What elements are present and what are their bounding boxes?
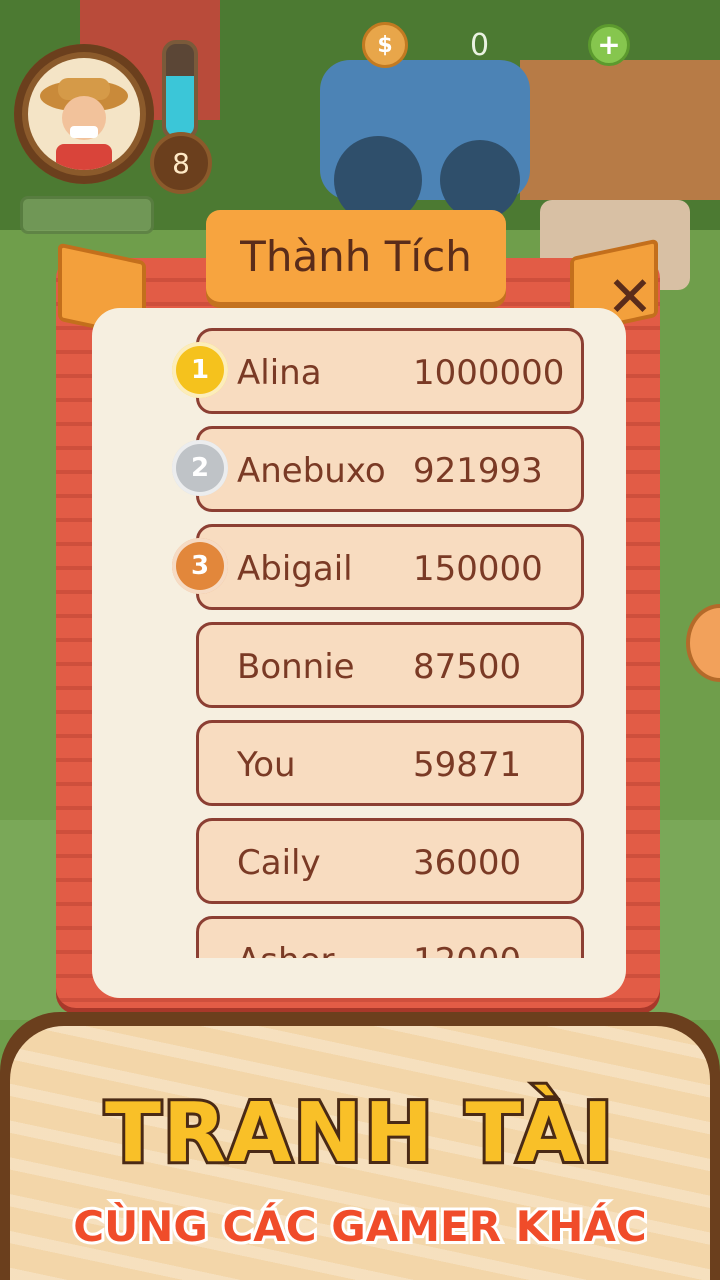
panel-title: Thành Tích: [240, 231, 472, 281]
player-score: 36000: [413, 843, 522, 883]
player-score: 87500: [413, 647, 522, 687]
panel-title-banner: Thành Tích: [206, 210, 506, 302]
bronze-medal-icon: 3: [172, 538, 228, 594]
coin-count: 0: [470, 28, 490, 63]
leaderboard-row: Asher 12000: [196, 916, 584, 958]
player-name: You: [237, 745, 296, 785]
player-name: Bonnie: [237, 647, 355, 687]
player-name: Abigail: [237, 549, 353, 589]
player-nameplate: [20, 196, 154, 234]
leaderboard-row: Caily 36000: [196, 818, 584, 904]
promo-headline: TRANH TÀI: [102, 1083, 616, 1184]
player-score: 150000: [413, 549, 543, 589]
level-badge: 8: [150, 132, 212, 194]
coin-icon: $: [362, 22, 408, 68]
close-button[interactable]: ✕: [600, 265, 660, 330]
farmer-avatar[interactable]: [28, 58, 140, 170]
leaderboard-row: Anebuxo 921993: [196, 426, 584, 512]
leaderboard-row: Abigail 150000: [196, 524, 584, 610]
player-name: Caily: [237, 843, 321, 883]
energy-meter: [162, 40, 198, 140]
leaderboard-row: Bonnie 87500: [196, 622, 584, 708]
player-score: 1000000: [413, 353, 565, 393]
promo-subline: CÙNG CÁC GAMER KHÁC: [70, 1199, 649, 1254]
player-score: 12000: [413, 941, 521, 958]
add-coins-button[interactable]: +: [588, 24, 630, 66]
leaderboard-row: Alina 1000000: [196, 328, 584, 414]
player-score: 921993: [413, 451, 543, 491]
player-score: 59871: [413, 745, 522, 785]
farmer-face-icon: [40, 78, 128, 170]
gold-medal-icon: 1: [172, 342, 228, 398]
silver-medal-icon: 2: [172, 440, 228, 496]
player-name: Anebuxo: [237, 451, 386, 491]
player-name: Alina: [237, 353, 322, 393]
leaderboard-row: You 59871: [196, 720, 584, 806]
player-name: Asher: [237, 941, 334, 958]
leaderboard-list[interactable]: Alina 1000000 1 Anebuxo 921993 2 Abigail…: [166, 328, 586, 958]
